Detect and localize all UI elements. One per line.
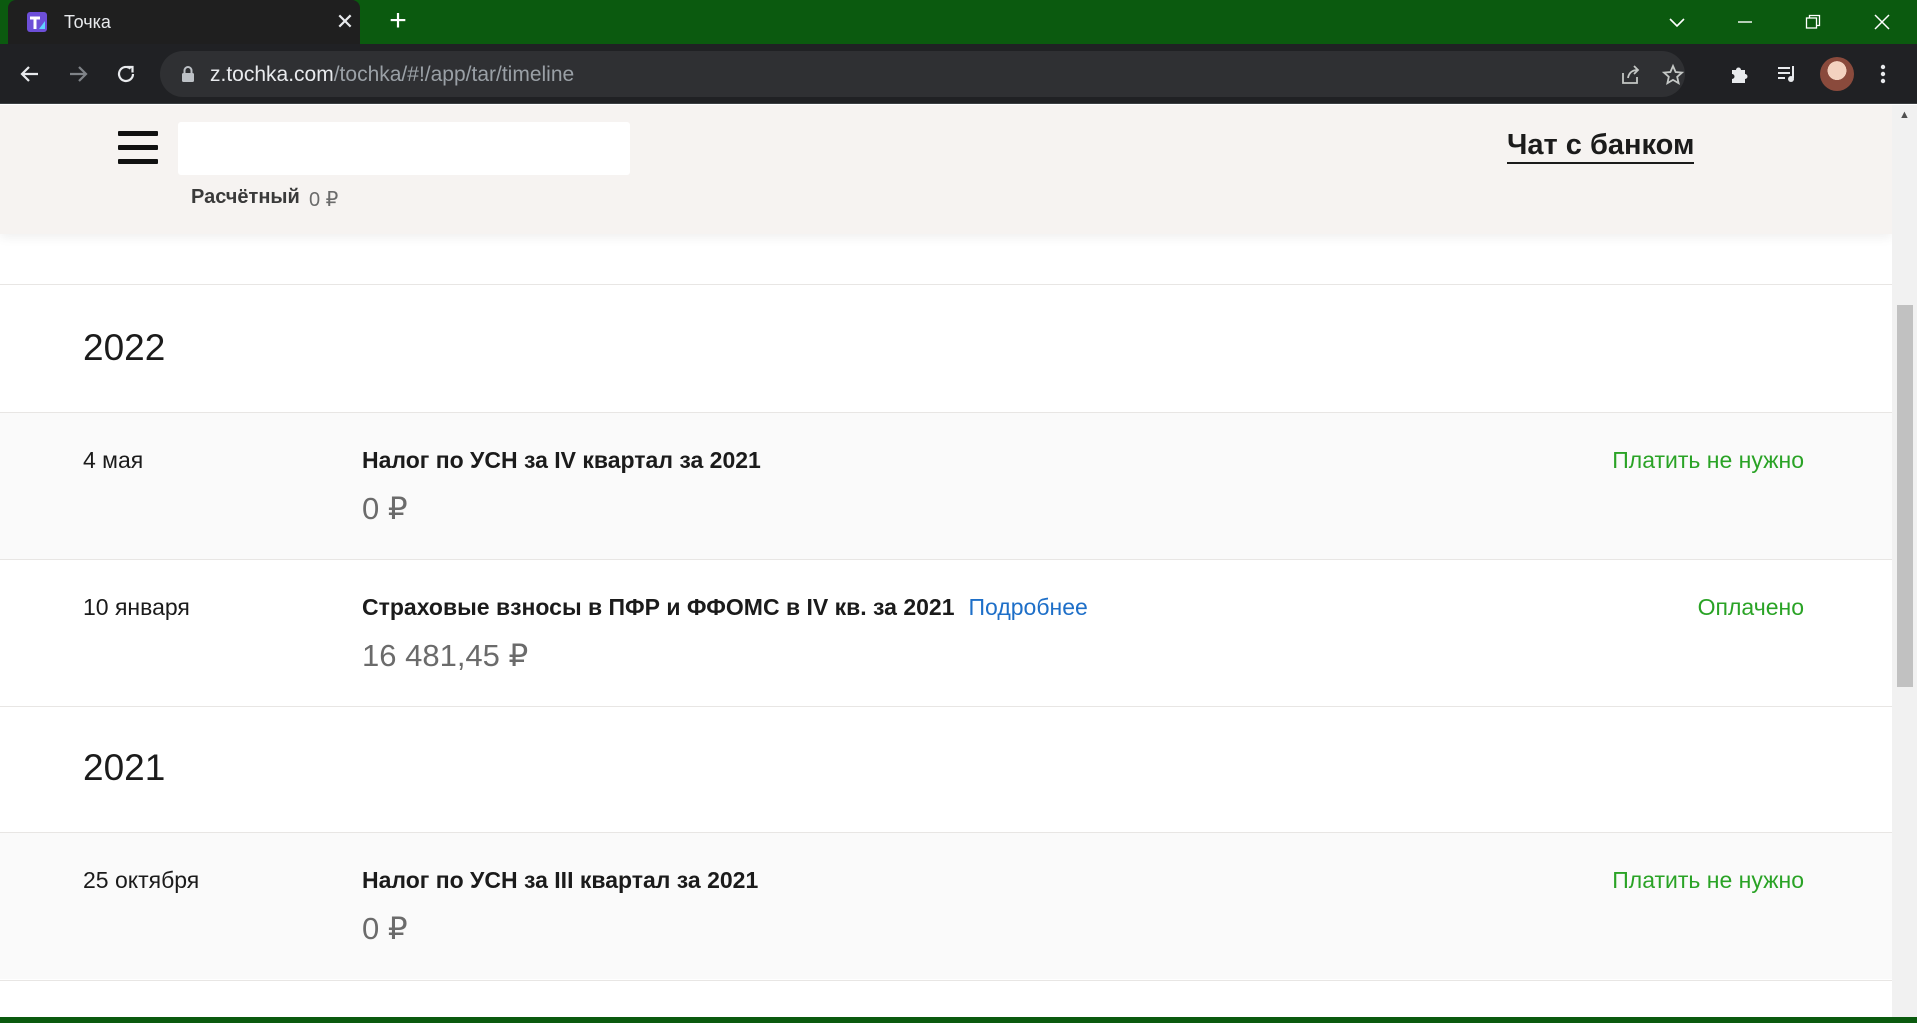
lock-icon <box>182 66 194 82</box>
timeline-row[interactable]: 25 октября Налог по УСН за III квартал з… <box>0 833 1892 979</box>
tochka-favicon-icon <box>27 12 47 32</box>
row-date: 4 мая <box>83 447 144 473</box>
row-title-wrapper: Страховые взносы в ПФР и ФФОМС в IV кв. … <box>362 594 1088 621</box>
tab-close-icon[interactable]: ✕ <box>334 11 356 33</box>
extensions-puzzle-icon[interactable] <box>1724 59 1754 89</box>
url-path: /tochka/#!/app/tar/timeline <box>333 63 575 86</box>
timeline-row[interactable]: 10 января Страховые взносы в ПФР и ФФОМС… <box>0 560 1892 706</box>
restore-icon[interactable] <box>1778 0 1848 44</box>
company-name-field[interactable] <box>178 122 630 175</box>
profile-avatar[interactable] <box>1820 57 1854 91</box>
url-text[interactable]: z.tochka.com/tochka/#!/app/tar/timeline <box>210 63 574 87</box>
row-amount: 0 ₽ <box>362 491 408 526</box>
url-host: z.tochka.com <box>210 63 334 86</box>
browser-menu-icon[interactable] <box>1868 59 1898 89</box>
tab-title: Точка <box>64 12 111 32</box>
hamburger-menu-icon[interactable] <box>118 131 158 171</box>
browser-tab[interactable]: Точка ✕ <box>8 0 360 44</box>
divider <box>0 284 1892 285</box>
details-link[interactable]: Подробнее <box>969 594 1088 620</box>
minimize-icon[interactable] <box>1710 0 1780 44</box>
year-heading: 2022 <box>83 327 166 368</box>
app-header: Расчётный 0 ₽ Чат с банком <box>0 105 1892 234</box>
address-bar[interactable]: z.tochka.com/tochka/#!/app/tar/timeline <box>160 51 1685 97</box>
row-date: 25 октября <box>83 867 200 893</box>
reload-icon[interactable] <box>110 58 142 90</box>
bookmark-star-icon[interactable] <box>1660 62 1686 88</box>
row-amount: 16 481,45 ₽ <box>362 638 529 673</box>
row-status: Оплачено <box>1697 594 1804 620</box>
chat-with-bank-link[interactable]: Чат с банком <box>1507 128 1695 164</box>
back-arrow-icon[interactable] <box>14 58 46 90</box>
account-balance: 0 ₽ <box>309 189 339 211</box>
new-tab-plus-icon[interactable]: + <box>385 6 411 36</box>
scroll-up-arrow-icon[interactable]: ▲ <box>1892 109 1917 125</box>
share-icon[interactable] <box>1618 62 1644 88</box>
row-title[interactable]: Налог по УСН за IV квартал за 2021 <box>362 447 761 474</box>
divider <box>0 706 1892 707</box>
row-title[interactable]: Налог по УСН за III квартал за 2021 <box>362 867 758 894</box>
row-status: Платить не нужно <box>1612 447 1804 473</box>
account-type-label[interactable]: Расчётный <box>191 186 300 209</box>
close-window-icon[interactable] <box>1847 0 1917 44</box>
page-viewport: Расчётный 0 ₽ Чат с банком 2022 4 мая На… <box>0 105 1892 1023</box>
timeline-row[interactable]: 4 мая Налог по УСН за IV квартал за 2021… <box>0 413 1892 559</box>
browser-toolbar: z.tochka.com/tochka/#!/app/tar/timeline <box>0 44 1917 104</box>
media-control-icon[interactable] <box>1772 59 1802 89</box>
window-bottom-edge <box>0 1017 1917 1023</box>
row-status: Платить не нужно <box>1612 867 1804 893</box>
page-scrollbar[interactable]: ▲ <box>1892 105 1917 1023</box>
forward-arrow-icon[interactable] <box>62 58 94 90</box>
row-date: 10 января <box>83 594 190 620</box>
year-heading: 2021 <box>83 747 166 788</box>
scrollbar-thumb[interactable] <box>1897 305 1913 687</box>
row-title[interactable]: Страховые взносы в ПФР и ФФОМС в IV кв. … <box>362 594 955 620</box>
tab-search-chevron-icon[interactable] <box>1642 0 1712 44</box>
browser-tab-strip: Точка ✕ + <box>0 0 1917 44</box>
row-amount: 0 ₽ <box>362 911 408 946</box>
